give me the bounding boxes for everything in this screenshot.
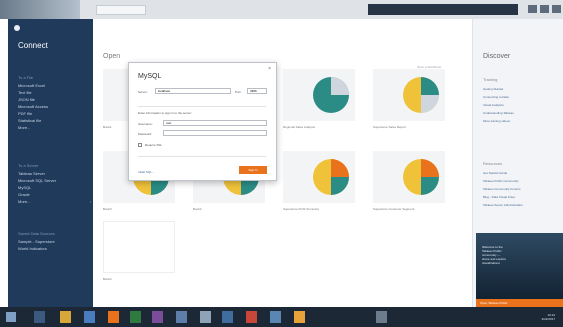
sidebar-item-file-more[interactable]: More... bbox=[18, 125, 30, 130]
sidebar-item-superstore[interactable]: Sample - Superstore bbox=[18, 239, 55, 244]
training-link[interactable]: Getting Started bbox=[483, 87, 503, 91]
mysql-connection-dialog: × MySQL Server: Port: Enter information … bbox=[128, 62, 277, 181]
signin-section-label: Enter information to sign in to the serv… bbox=[138, 111, 193, 115]
resource-link[interactable]: Tableau Community Forums bbox=[483, 187, 521, 191]
workbook-caption: Book4 bbox=[103, 277, 112, 281]
sidebar-item-server-more[interactable]: More... bbox=[18, 199, 30, 204]
training-heading: Training bbox=[483, 77, 498, 82]
ie-icon[interactable] bbox=[34, 311, 45, 323]
discover-title: Discover bbox=[483, 53, 511, 60]
username-input[interactable] bbox=[163, 120, 267, 126]
sidebar-item-text-file[interactable]: Text file bbox=[18, 90, 32, 95]
require-ssl-label: Require SSL bbox=[145, 143, 163, 147]
workbook-caption: Superstore Profit Summary bbox=[283, 207, 320, 211]
promo-button[interactable]: Open Tableau Public bbox=[476, 299, 563, 307]
port-input[interactable] bbox=[247, 88, 267, 94]
workbook-caption: Superstore Customer Segment bbox=[373, 207, 415, 211]
maximize-icon[interactable] bbox=[540, 5, 549, 13]
app-icon[interactable] bbox=[108, 311, 119, 323]
file-section-heading: To a File bbox=[18, 75, 34, 80]
pie-thumbnail-icon bbox=[403, 159, 439, 195]
workbook-thumb[interactable] bbox=[283, 69, 355, 121]
resources-heading: Resources bbox=[483, 161, 503, 166]
app-icon[interactable] bbox=[270, 311, 281, 323]
sidebar-item-mysql[interactable]: MySQL bbox=[18, 185, 31, 190]
folder-icon[interactable] bbox=[60, 311, 71, 323]
pie-thumbnail-icon bbox=[313, 77, 349, 113]
taskbar-clock[interactable]: 10:12 4/22/2017 bbox=[542, 313, 555, 321]
saved-section-heading: Saved Data Sources bbox=[18, 231, 55, 236]
sidebar-item-access[interactable]: Microsoft Access bbox=[18, 104, 48, 109]
pie-thumbnail-icon bbox=[313, 159, 349, 195]
app-icon[interactable] bbox=[246, 311, 257, 323]
server-input[interactable] bbox=[155, 88, 231, 94]
sidebar-item-pdf[interactable]: PDF file bbox=[18, 111, 32, 116]
connect-sidebar: Connect To a File Microsoft Excel Text f… bbox=[8, 19, 93, 307]
close-window-icon[interactable] bbox=[552, 5, 561, 13]
chevron-right-icon: › bbox=[90, 199, 92, 204]
resource-link[interactable]: Get Started Guide bbox=[483, 171, 507, 175]
tableau-logo-icon bbox=[14, 25, 20, 31]
open-heading: Open bbox=[103, 53, 121, 60]
training-link[interactable]: More training videos bbox=[483, 119, 510, 123]
app-icon[interactable] bbox=[294, 311, 305, 323]
training-link[interactable]: Connecting to Data bbox=[483, 95, 509, 99]
port-label: Port: bbox=[235, 90, 242, 94]
password-input[interactable] bbox=[163, 130, 267, 136]
app-icon[interactable] bbox=[222, 311, 233, 323]
training-link[interactable]: Visual Analytics bbox=[483, 103, 504, 107]
discover-panel: Discover Training Getting Started Connec… bbox=[472, 19, 563, 307]
divider bbox=[138, 156, 266, 157]
divider bbox=[138, 106, 266, 107]
workbook-thumb[interactable] bbox=[283, 151, 355, 203]
titlebar-app-strip bbox=[0, 0, 80, 19]
app-icon[interactable] bbox=[152, 311, 163, 323]
app-icon[interactable] bbox=[176, 311, 187, 323]
require-ssl-checkbox[interactable] bbox=[138, 143, 142, 147]
promo-text: Welcome to the Tableau Public community … bbox=[482, 245, 507, 265]
workbook-thumb[interactable] bbox=[373, 69, 445, 121]
dialog-title: MySQL bbox=[138, 73, 162, 80]
windows-taskbar: 10:12 4/22/2017 bbox=[0, 307, 563, 327]
workbook-caption: Book2 bbox=[193, 207, 202, 211]
pie-thumbnail-icon bbox=[403, 77, 439, 113]
training-link[interactable]: Understanding Tableau bbox=[483, 111, 514, 115]
sign-in-button[interactable]: Sign In bbox=[239, 166, 267, 174]
password-label: Password: bbox=[138, 132, 153, 136]
initial-sql-link[interactable]: Initial SQL... bbox=[138, 170, 154, 174]
workbook-caption: Regional Sales Analysis bbox=[283, 125, 316, 129]
workbook-thumb[interactable] bbox=[373, 151, 445, 203]
start-icon[interactable] bbox=[6, 312, 16, 322]
sidebar-item-oracle[interactable]: Oracle bbox=[18, 192, 30, 197]
sidebar-title: Connect bbox=[18, 41, 48, 50]
resource-link[interactable]: Tableau Public Community bbox=[483, 179, 519, 183]
app-icon[interactable] bbox=[84, 311, 95, 323]
resource-link[interactable]: Blog - Data Visual Index bbox=[483, 195, 515, 199]
server-section-heading: To a Server bbox=[18, 163, 39, 168]
close-icon[interactable]: × bbox=[268, 66, 271, 72]
resource-link[interactable]: Tableau Server Administration bbox=[483, 203, 523, 207]
titlebar-dark-area bbox=[368, 4, 518, 15]
sidebar-item-statistical[interactable]: Statistical file bbox=[18, 118, 41, 123]
minimize-icon[interactable] bbox=[528, 5, 537, 13]
sidebar-item-sql-server[interactable]: Microsoft SQL Server bbox=[18, 178, 56, 183]
workbook-caption: Superstore Sales Report bbox=[373, 125, 406, 129]
sidebar-item-json-file[interactable]: JSON file bbox=[18, 97, 35, 102]
sidebar-item-excel[interactable]: Microsoft Excel bbox=[18, 83, 45, 88]
promo-banner[interactable]: Welcome to the Tableau Public community … bbox=[476, 233, 563, 307]
sidebar-item-world-indicators[interactable]: World Indicators bbox=[18, 246, 47, 251]
window-titlebar bbox=[0, 0, 563, 19]
app-icon[interactable] bbox=[376, 311, 387, 323]
sidebar-item-tableau-server[interactable]: Tableau Server bbox=[18, 171, 45, 176]
app-icon[interactable] bbox=[200, 311, 211, 323]
server-label: Server: bbox=[138, 90, 148, 94]
username-label: Username: bbox=[138, 122, 153, 126]
workbook-thumb[interactable] bbox=[103, 221, 175, 273]
workbook-caption: Book3 bbox=[103, 207, 112, 211]
app-icon[interactable] bbox=[130, 311, 141, 323]
browser-tab[interactable] bbox=[96, 5, 146, 15]
